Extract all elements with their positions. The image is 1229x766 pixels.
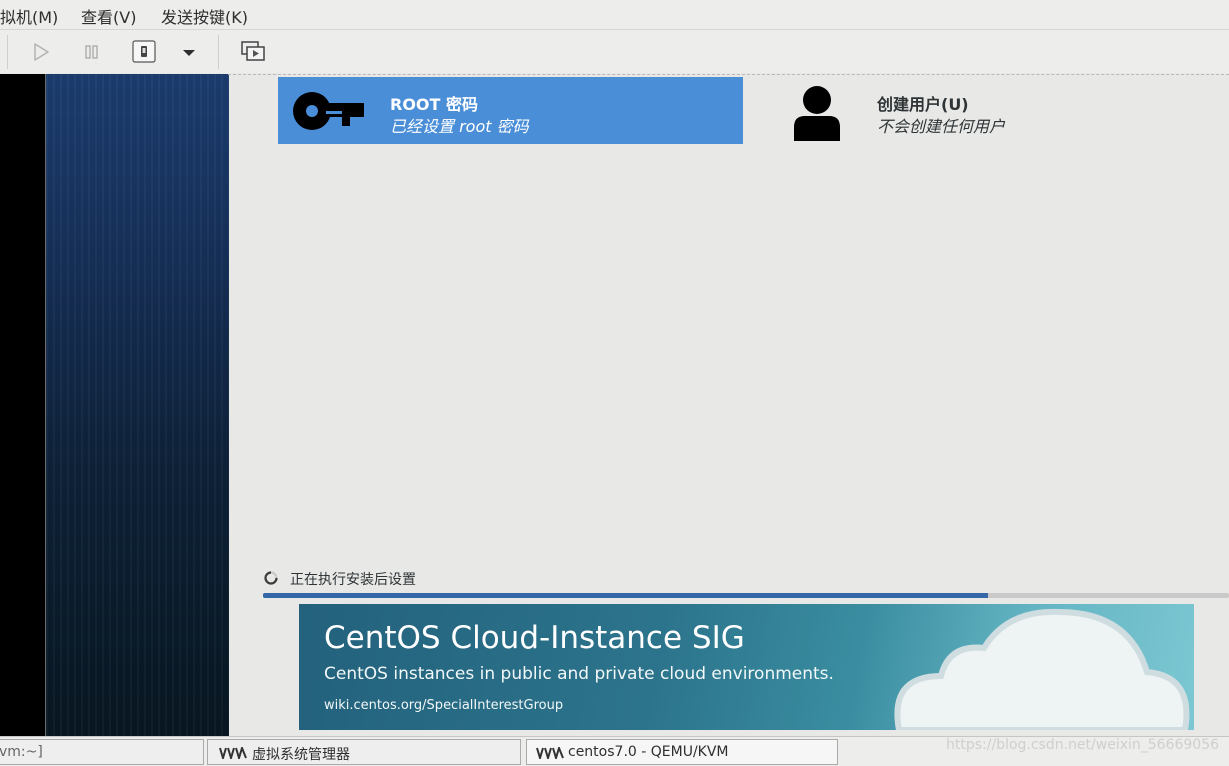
- taskbar-item-label: centos7.0 - QEMU/KVM: [568, 744, 729, 760]
- run-button[interactable]: [27, 38, 55, 66]
- installer-sidebar: [45, 74, 229, 736]
- toolbar-separator: [7, 35, 8, 69]
- menu-view[interactable]: 查看(V): [81, 4, 136, 28]
- user-spoke-title: 创建用户(U): [877, 95, 969, 114]
- root-password-spoke[interactable]: ROOT 密码 已经设置 root 密码: [278, 77, 743, 144]
- spinner-icon: [264, 571, 278, 585]
- divider: [228, 74, 1229, 75]
- taskbar: vm:~] 虚拟系统管理器 centos7.0 - QEMU/KVM https…: [0, 736, 1229, 766]
- toolbar-separator: [218, 35, 219, 69]
- menu-virtual-machine[interactable]: 拟机(M): [0, 4, 58, 28]
- install-progress-bar: [263, 593, 1229, 598]
- watermark: https://blog.csdn.net/weixin_56669056: [946, 737, 1220, 753]
- root-spoke-title: ROOT 密码: [390, 95, 479, 114]
- pause-button[interactable]: [78, 38, 106, 66]
- cloud-icon: [894, 608, 1190, 730]
- vm-logo-icon: [536, 747, 564, 759]
- root-spoke-status: 已经设置 root 密码: [390, 117, 529, 136]
- banner-title: CentOS Cloud-Instance SIG: [324, 620, 745, 656]
- menu-send-key[interactable]: 发送按键(K): [161, 4, 248, 28]
- centos-banner: CentOS Cloud-Instance SIG CentOS instanc…: [299, 604, 1194, 730]
- vm-display[interactable]: ROOT 密码 已经设置 root 密码 创建用户(U) 不会创建任何用户 正在…: [0, 74, 1229, 736]
- key-icon: [293, 92, 364, 130]
- create-user-spoke[interactable]: 创建用户(U) 不会创建任何用户: [760, 77, 1229, 144]
- shutdown-menu-button[interactable]: [175, 38, 203, 66]
- console-edge: [0, 74, 45, 736]
- play-icon: [34, 43, 49, 61]
- taskbar-vm-window-button[interactable]: centos7.0 - QEMU/KVM: [526, 739, 838, 765]
- menu-bar: 拟机(M) 查看(V) 发送按键(K): [0, 0, 1229, 30]
- banner-subtitle: CentOS instances in public and private c…: [324, 664, 834, 684]
- fullscreen-button[interactable]: [239, 38, 267, 66]
- user-icon: [794, 86, 840, 141]
- taskbar-terminal-button[interactable]: vm:~]: [0, 739, 204, 765]
- toolbar: [0, 30, 1229, 73]
- dropdown-arrow-icon: [183, 50, 195, 56]
- vm-logo-icon: [219, 747, 247, 759]
- terminal-label: vm:~]: [0, 744, 43, 760]
- progress-fill: [263, 593, 988, 598]
- pause-icon: [85, 45, 98, 59]
- banner-url: wiki.centos.org/SpecialInterestGroup: [324, 698, 564, 713]
- user-spoke-status: 不会创建任何用户: [877, 117, 1006, 136]
- screens-icon: [241, 41, 265, 61]
- taskbar-virt-manager-button[interactable]: 虚拟系统管理器: [207, 739, 521, 765]
- shutdown-icon: [132, 40, 156, 63]
- progress-label: 正在执行安装后设置: [290, 572, 416, 588]
- shutdown-button[interactable]: [130, 38, 158, 66]
- taskbar-item-label: 虚拟系统管理器: [252, 747, 350, 763]
